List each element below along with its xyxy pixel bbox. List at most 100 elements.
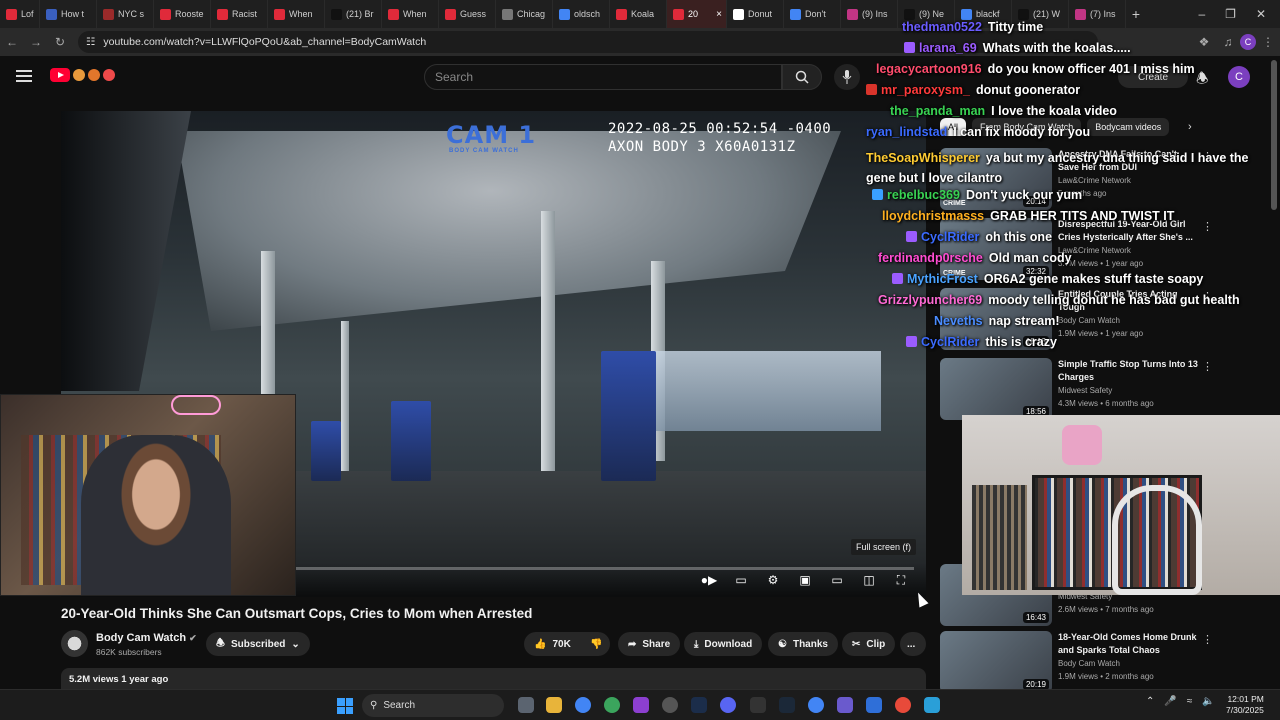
browser-tab[interactable]: When	[382, 0, 439, 28]
browser-tab[interactable]: Chicag	[496, 0, 553, 28]
thanks-button[interactable]: ☯ Thanks	[768, 632, 838, 656]
like-button[interactable]: 👍 70K	[524, 632, 582, 656]
tab-favicon-icon	[1075, 8, 1086, 20]
browser-tab[interactable]: Racist	[211, 0, 268, 28]
page-scrollbar[interactable]	[1271, 60, 1277, 210]
close-tab-icon[interactable]: ×	[716, 9, 722, 20]
volume-icon[interactable]: 🔈	[1202, 696, 1214, 707]
video-thumbnail[interactable]: 20:19	[940, 631, 1052, 693]
minimize-icon[interactable]: –	[1198, 7, 1205, 21]
browser-tab[interactable]: 20 ×	[667, 0, 727, 28]
browser-tab[interactable]: NYC s	[97, 0, 154, 28]
profile-avatar[interactable]: C	[1240, 34, 1256, 50]
chevron-up-icon[interactable]: ⌃	[1146, 696, 1154, 707]
maximize-icon[interactable]: ❐	[1225, 7, 1236, 21]
browser-tab[interactable]: When	[268, 0, 325, 28]
app-icon[interactable]	[924, 697, 940, 713]
more-options-icon[interactable]: ⋮	[1202, 360, 1213, 373]
app-icon[interactable]	[895, 697, 911, 713]
chrome-icon[interactable]	[575, 697, 591, 713]
app-icon[interactable]	[720, 697, 736, 713]
chrome-icon[interactable]	[808, 697, 824, 713]
recommended-video[interactable]: 18:56 Simple Traffic Stop Turns Into 13 C…	[940, 358, 1275, 420]
more-options-icon[interactable]: ⋮	[1202, 633, 1213, 646]
extensions-icon[interactable]: ❖	[1192, 35, 1216, 49]
dislike-button[interactable]: 👎	[582, 632, 610, 656]
tab-label: Donut	[748, 9, 773, 19]
site-info-icon[interactable]: ☷	[86, 36, 95, 48]
clock-date: 7/30/2025	[1226, 705, 1264, 715]
chat-message: rebelbuc369 Don't yuck our yum	[872, 188, 1082, 202]
steam-icon[interactable]	[779, 697, 795, 713]
tab-favicon-icon	[217, 8, 228, 20]
share-button[interactable]: ➦ Share	[618, 632, 681, 656]
subscribed-button[interactable]: 🕭 Subscribed ⌄	[206, 632, 310, 656]
filter-chip[interactable]: Bodycam videos	[1087, 118, 1170, 136]
settings-gear-icon[interactable]: ⚙	[765, 573, 781, 587]
chat-message: larana_69 Whats with the koalas.....	[904, 41, 1131, 55]
recommended-title[interactable]: Simple Traffic Stop Turns Into 13 Charge…	[1058, 358, 1198, 384]
notifications-bell-icon[interactable]: 🕭	[1196, 68, 1209, 92]
app-icon[interactable]	[662, 697, 678, 713]
task-view-icon[interactable]	[518, 697, 534, 713]
youtube-logo[interactable]	[50, 68, 115, 82]
back-icon[interactable]: ←	[0, 35, 24, 49]
channel-avatar[interactable]	[61, 630, 88, 657]
close-window-icon[interactable]: ✕	[1256, 7, 1266, 21]
chat-message: mr_paroxysm_ donut goonerator	[866, 83, 1080, 97]
channel-name[interactable]: Body Cam Watch ✔	[96, 632, 197, 644]
more-options-icon[interactable]: ⋮	[1202, 220, 1213, 233]
autoplay-toggle-icon[interactable]: ●▶	[697, 573, 721, 587]
reload-icon[interactable]: ↻	[48, 35, 72, 49]
browser-tab[interactable]: (9) Ins	[841, 0, 898, 28]
download-button[interactable]: ⤓ Download	[684, 632, 763, 656]
file-explorer-icon[interactable]	[546, 697, 562, 713]
app-icon[interactable]	[604, 697, 620, 713]
search-input[interactable]: Search	[424, 64, 782, 90]
video-title: 20-Year-Old Thinks She Can Outsmart Cops…	[61, 606, 533, 621]
recommended-video[interactable]: CRIME 32:32 Disrespectful 19-Year-Old Girl…	[940, 218, 1275, 280]
browser-tab[interactable]: Guess	[439, 0, 496, 28]
cast-icon[interactable]: ◫	[861, 573, 877, 587]
new-tab-button[interactable]: +	[1126, 6, 1146, 22]
search-button[interactable]	[782, 64, 822, 90]
browser-tab[interactable]: Don't	[784, 0, 841, 28]
theater-mode-icon[interactable]: ▭	[829, 573, 845, 587]
captions-icon[interactable]: ▭	[733, 573, 749, 587]
youtube-account-avatar[interactable]: C	[1228, 66, 1250, 88]
browser-tab[interactable]: Lof	[0, 0, 40, 28]
browser-tab[interactable]: Rooste	[154, 0, 211, 28]
taskbar-clock[interactable]: 12:01 PM 7/30/2025	[1226, 694, 1264, 716]
fullscreen-icon[interactable]: ⛶	[893, 573, 909, 587]
recommended-video[interactable]: 20:19 18-Year-Old Comes Home Drunk and Sp…	[940, 631, 1275, 693]
discord-icon[interactable]	[633, 697, 649, 713]
browser-tab[interactable]: (7) Ins	[1069, 0, 1126, 28]
browser-tab[interactable]: oldsch	[553, 0, 610, 28]
browser-menu-icon[interactable]: ⋮	[1256, 35, 1280, 49]
hamburger-menu-icon[interactable]	[16, 70, 32, 82]
wifi-icon[interactable]: ≈	[1187, 696, 1193, 707]
windows-start-icon[interactable]	[337, 698, 353, 714]
clip-button[interactable]: ✂ Clip	[842, 632, 896, 656]
photoshop-icon[interactable]	[691, 697, 707, 713]
microphone-icon[interactable]: 🎤	[1164, 696, 1176, 707]
recommended-title[interactable]: 18-Year-Old Comes Home Drunk and Sparks …	[1058, 631, 1198, 657]
app-icon[interactable]	[866, 697, 882, 713]
miniplayer-icon[interactable]: ▣	[797, 573, 813, 587]
tab-label: (7) Ins	[1090, 9, 1116, 19]
video-thumbnail[interactable]: CRIME 32:32	[940, 218, 1052, 280]
browser-tab[interactable]: (21) Br	[325, 0, 382, 28]
app-icon[interactable]	[837, 697, 853, 713]
taskbar-search[interactable]: ⚲ Search	[362, 694, 504, 717]
browser-tab[interactable]: How t	[40, 0, 97, 28]
voice-search-button[interactable]	[834, 64, 860, 90]
chevron-right-icon[interactable]: ›	[1188, 121, 1192, 133]
app-icon[interactable]	[750, 697, 766, 713]
browser-tab[interactable]: Donut	[727, 0, 784, 28]
media-icon[interactable]: ♫	[1216, 35, 1240, 49]
more-actions-button[interactable]: ...	[900, 632, 926, 656]
video-thumbnail[interactable]: 18:56	[940, 358, 1052, 420]
browser-tab[interactable]: Koala	[610, 0, 667, 28]
forward-icon[interactable]: →	[24, 35, 48, 49]
windshield-pillar	[61, 111, 191, 391]
